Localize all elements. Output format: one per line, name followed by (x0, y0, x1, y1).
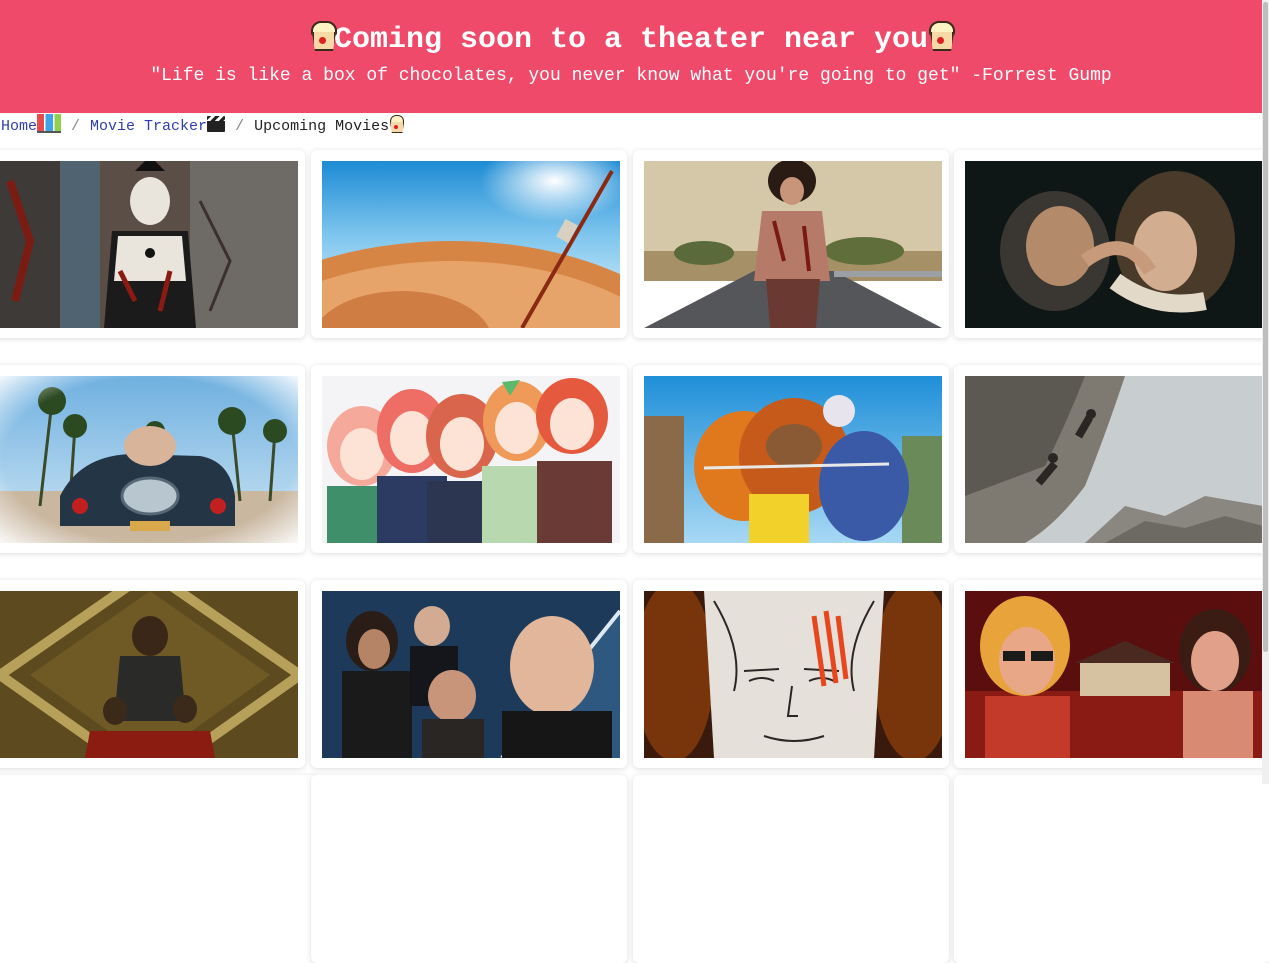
breadcrumb-movie-tracker-link[interactable]: Movie Tracker (90, 116, 226, 135)
movie-card-royal-throne[interactable] (0, 580, 305, 768)
books-icon (37, 114, 62, 133)
movie-card-space-elevator[interactable] (311, 150, 627, 338)
movie-poster (0, 591, 298, 758)
movie-card-vintage-car[interactable] (0, 365, 305, 553)
movie-card-anime-quintuplets[interactable] (311, 365, 627, 553)
popcorn-icon (310, 21, 337, 51)
movie-card-manga-scar[interactable] (633, 580, 949, 768)
popcorn-icon (928, 21, 956, 51)
popcorn-icon (389, 115, 405, 133)
vertical-scrollbar[interactable] (1262, 0, 1269, 784)
breadcrumb-current: Upcoming Movies (254, 115, 405, 135)
movie-card-dark-thriller[interactable] (954, 150, 1269, 338)
movie-card-partial[interactable] (311, 775, 627, 963)
breadcrumb: Home / Movie Tracker / Upcoming Movies (1, 114, 405, 136)
breadcrumb-current-label: Upcoming Movies (254, 118, 390, 135)
movie-card-action-ensemble[interactable] (311, 580, 627, 768)
clapper-board-icon (207, 116, 226, 132)
page-quote: "Life is like a box of chocolates, you n… (150, 66, 1112, 86)
movie-card-cliff-climbers[interactable] (954, 365, 1269, 553)
movie-poster (0, 161, 298, 328)
movie-poster (322, 591, 620, 758)
movie-poster (644, 376, 942, 543)
movie-card-bloody-road[interactable] (633, 150, 949, 338)
movie-poster (0, 376, 298, 543)
movie-card-farmhouse-horror[interactable] (954, 580, 1269, 768)
page-header: Coming soon to a theater near you "Life … (0, 0, 1262, 113)
movie-poster (965, 591, 1263, 758)
movie-card-partial[interactable] (633, 775, 949, 963)
breadcrumb-home-link[interactable]: Home (1, 114, 62, 135)
scrollbar-thumb[interactable] (1263, 2, 1268, 652)
movie-poster (322, 161, 620, 328)
movie-poster (322, 376, 620, 543)
movie-card-partial[interactable] (954, 775, 1269, 963)
breadcrumb-separator: / (71, 118, 81, 135)
page-title: Coming soon to a theater near you (0, 20, 1262, 60)
movie-card-partial[interactable] (0, 775, 319, 963)
breadcrumb-home-label: Home (1, 118, 38, 135)
movie-poster (644, 591, 942, 758)
movie-poster (965, 376, 1263, 543)
movie-card-horror-clown[interactable] (0, 150, 305, 338)
page-title-text: Coming soon to a theater near you (333, 23, 929, 57)
breadcrumb-separator: / (235, 118, 245, 135)
movie-poster (965, 161, 1263, 328)
breadcrumb-movie-tracker-label: Movie Tracker (90, 118, 208, 135)
movie-card-samurai-dog[interactable] (633, 365, 949, 553)
movie-poster (644, 161, 942, 328)
